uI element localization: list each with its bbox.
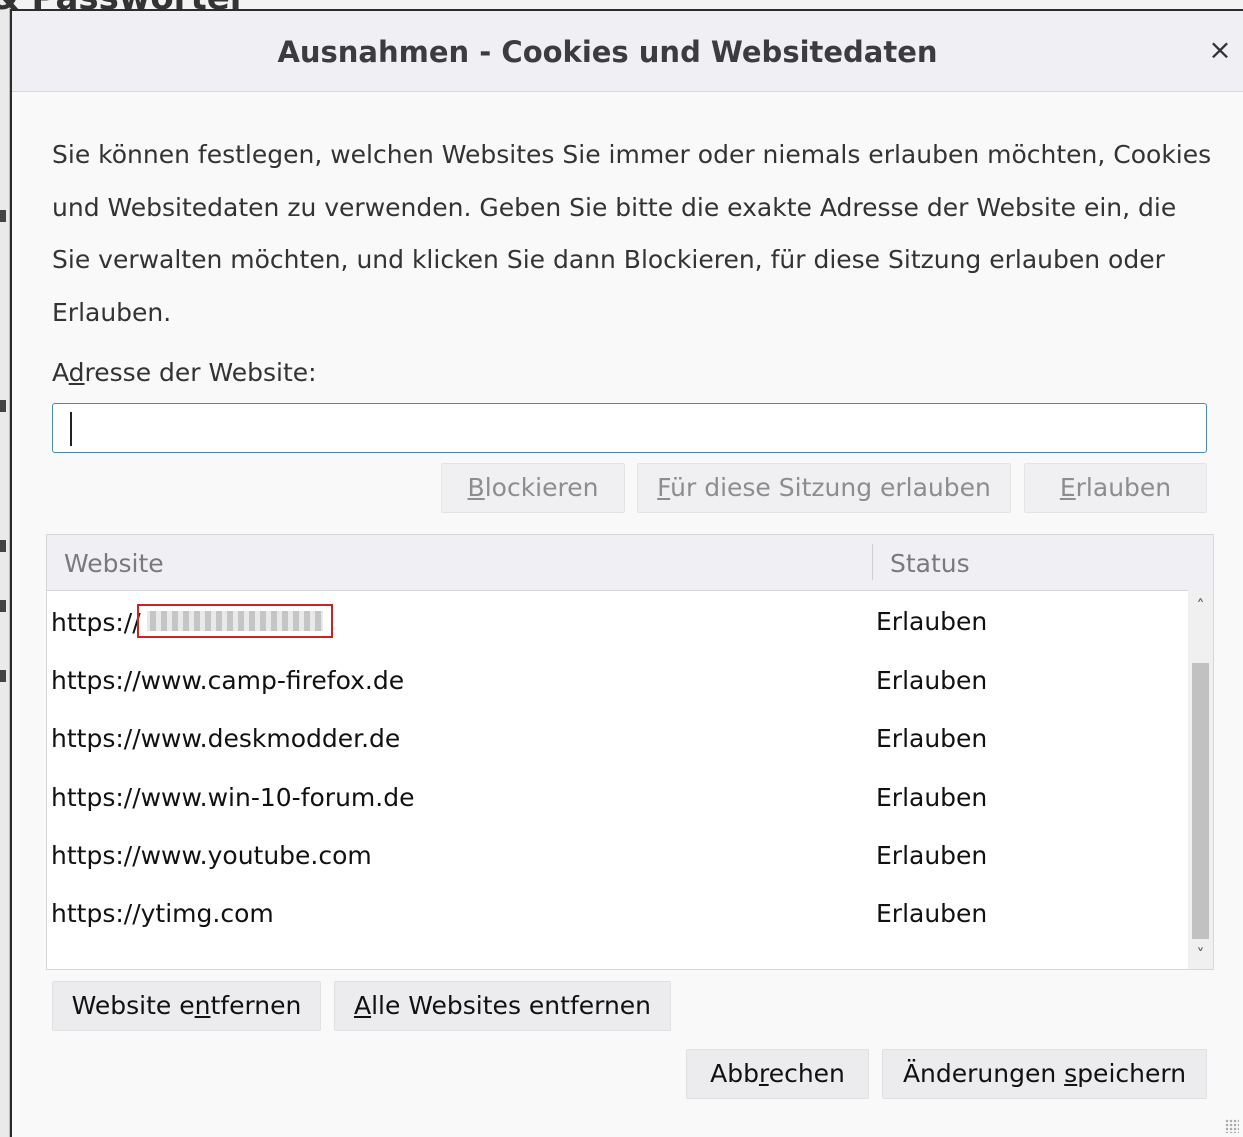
table-row[interactable]: https://www.win-10-forum.de Erlauben: [47, 769, 1188, 827]
cancel-button[interactable]: Abbrechen: [686, 1049, 869, 1099]
background-mark: [0, 400, 6, 412]
background-mark: [0, 670, 6, 682]
dialog-titlebar: Ausnahmen - Cookies und Websitedaten ×: [12, 11, 1243, 92]
table-scrollbar[interactable]: ˄ ˅: [1188, 590, 1213, 969]
close-icon[interactable]: ×: [1207, 36, 1233, 64]
row-status: Erlauben: [876, 724, 988, 753]
exceptions-table: Website Status https:// Erlauben https:/…: [46, 534, 1214, 970]
table-row[interactable]: https://www.camp-firefox.de Erlauben: [47, 652, 1188, 710]
remove-website-button[interactable]: Website entfernen: [52, 981, 321, 1031]
exceptions-dialog: Ausnahmen - Cookies und Websitedaten × S…: [10, 9, 1243, 1137]
save-changes-button[interactable]: Änderungen speichern: [882, 1049, 1207, 1099]
table-header: Website Status: [47, 535, 1213, 591]
column-header-website[interactable]: Website: [64, 549, 164, 578]
block-button[interactable]: Blockieren: [441, 463, 625, 513]
text-caret: [70, 412, 72, 446]
background-window-edge: [0, 0, 10, 1137]
row-website: https://www.deskmodder.de: [51, 724, 401, 753]
table-row[interactable]: https://www.deskmodder.de Erlauben: [47, 710, 1188, 768]
row-status: Erlauben: [876, 666, 988, 695]
row-status: Erlauben: [876, 607, 988, 636]
redacted-site-name: [136, 604, 333, 638]
scroll-up-icon[interactable]: ˄: [1188, 594, 1213, 618]
column-separator[interactable]: [872, 544, 873, 580]
remove-all-websites-button[interactable]: Alle Websites entfernen: [334, 981, 671, 1031]
row-status: Erlauben: [876, 841, 988, 870]
column-header-status[interactable]: Status: [890, 549, 970, 578]
row-website: https://www.youtube.com: [51, 841, 372, 870]
table-row[interactable]: https://ytimg.com Erlauben: [47, 885, 1188, 943]
background-mark: [0, 210, 6, 222]
website-address-input[interactable]: [52, 403, 1207, 453]
allow-session-button[interactable]: Für diese Sitzung erlauben: [637, 463, 1011, 513]
address-label: Adresse der Website:: [52, 358, 317, 387]
background-mark: [0, 600, 6, 612]
resize-grip-icon[interactable]: [1225, 1119, 1239, 1133]
row-website: https://www.camp-firefox.de: [51, 666, 405, 695]
row-website: https://: [51, 604, 333, 641]
scrollbar-thumb[interactable]: [1192, 663, 1209, 939]
row-status: Erlauben: [876, 899, 988, 928]
scroll-down-icon[interactable]: ˅: [1188, 943, 1213, 967]
dialog-title: Ausnahmen - Cookies und Websitedaten: [277, 35, 938, 69]
table-row[interactable]: https:// Erlauben: [47, 593, 1188, 651]
row-website: https://www.win-10-forum.de: [51, 783, 415, 812]
row-status: Erlauben: [876, 783, 988, 812]
allow-button[interactable]: Erlauben: [1024, 463, 1207, 513]
dialog-description: Sie können festlegen, welchen Websites S…: [52, 140, 1212, 327]
background-mark: [0, 540, 6, 552]
table-row[interactable]: https://www.youtube.com Erlauben: [47, 827, 1188, 885]
row-website: https://ytimg.com: [51, 899, 274, 928]
